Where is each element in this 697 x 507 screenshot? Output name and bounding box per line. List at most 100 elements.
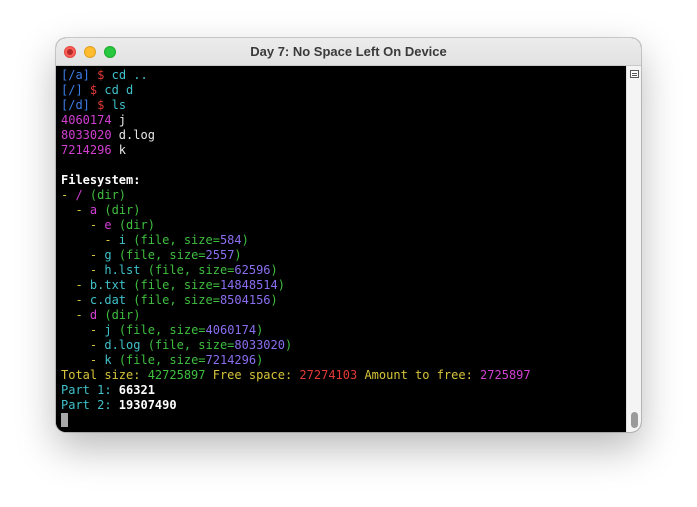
terminal-text: 8033020 (61, 128, 112, 142)
terminal-line: - b.txt (file, size=14848514) (61, 278, 626, 293)
terminal-text: ls (111, 98, 127, 112)
terminal-text: 4060174 (205, 323, 257, 337)
terminal-text: Filesystem: (61, 173, 141, 187)
terminal-text: - (61, 308, 90, 322)
terminal-text: - (61, 263, 105, 277)
terminal-text: / (75, 188, 83, 202)
terminal-text: [/a] (61, 68, 90, 82)
terminal-line: [/] $ cd d (61, 83, 626, 98)
terminal-text: $ (89, 68, 112, 82)
terminal-text: ) (241, 233, 249, 247)
terminal-text: (dir) (111, 218, 155, 232)
terminal-text: (file, size= (111, 323, 206, 337)
terminal-text: 14848514 (219, 278, 278, 292)
terminal-line: - a (dir) (61, 203, 626, 218)
terminal-text: i (118, 233, 127, 247)
terminal-text: ) (234, 248, 242, 262)
terminal-text: - (61, 218, 105, 232)
terminal-text: 62596 (234, 263, 271, 277)
terminal-line: [/a] $ cd .. (61, 68, 626, 83)
text-cursor (61, 413, 68, 427)
terminal-line: - g (file, size=2557) (61, 248, 626, 263)
terminal-text: - (61, 188, 76, 202)
terminal-text: 7214296 (205, 353, 257, 367)
terminal-text: - (61, 278, 90, 292)
terminal-text: (file, size= (126, 233, 220, 247)
terminal-text: - (61, 353, 105, 367)
terminal-text: ) (256, 353, 264, 367)
terminal-text: (dir) (97, 308, 141, 322)
terminal-text: h.lst (104, 263, 141, 277)
terminal-line: - d.log (file, size=8033020) (61, 338, 626, 353)
terminal-line: [/d] $ ls (61, 98, 626, 113)
terminal-text: (file, size= (140, 338, 235, 352)
terminal-text: Total size: (61, 368, 148, 382)
title-bar[interactable]: Day 7: No Space Left On Device (56, 38, 641, 66)
terminal-text: c.dat (89, 293, 127, 307)
terminal-text: ) (256, 323, 264, 337)
menu-icon[interactable] (630, 70, 639, 78)
terminal-text: cd d (104, 83, 134, 97)
terminal-text: 19307490 (118, 398, 177, 412)
terminal-line: - d (dir) (61, 308, 626, 323)
terminal-text: g (104, 248, 112, 262)
terminal-text: b.txt (89, 278, 127, 292)
terminal-text: 584 (219, 233, 242, 247)
terminal-text: (dir) (97, 203, 141, 217)
terminal-line: 7214296 k (61, 143, 626, 158)
terminal-text: 8504156 (219, 293, 271, 307)
terminal-text: $ (82, 83, 105, 97)
terminal-text: Part 2: (61, 398, 119, 412)
terminal-text: [/] (61, 83, 83, 97)
terminal-text: - (61, 203, 90, 217)
terminal-text: (file, size= (126, 293, 220, 307)
terminal-text: $ (89, 98, 112, 112)
terminal-line: - / (dir) (61, 188, 626, 203)
terminal-text: - (61, 293, 90, 307)
terminal-text: 7214296 (61, 143, 112, 157)
terminal-line: Part 1: 66321 (61, 383, 626, 398)
terminal-output[interactable]: [/a] $ cd .. [/] $ cd d [/d] $ ls 4060174 j… (56, 66, 626, 432)
terminal-text: Part 1: (61, 383, 119, 397)
terminal-text: (dir) (82, 188, 127, 202)
terminal-text: k (111, 143, 127, 157)
terminal-text: [/d] (61, 98, 90, 112)
terminal-text: k (104, 353, 112, 367)
window-title: Day 7: No Space Left On Device (250, 44, 447, 59)
terminal-text: ) (270, 263, 278, 277)
terminal-text: Free space: (205, 368, 300, 382)
terminal-line: - i (file, size=584) (61, 233, 626, 248)
terminal-text: e (104, 218, 112, 232)
terminal-text: ) (284, 338, 293, 352)
terminal-line: - k (file, size=7214296) (61, 353, 626, 368)
terminal-text: - (61, 323, 105, 337)
terminal-text: ) (270, 293, 278, 307)
terminal-text: (file, size= (111, 248, 206, 262)
terminal-text: d.log (111, 128, 155, 142)
terminal-text: j (111, 113, 127, 127)
vertical-scrollbar[interactable] (626, 66, 641, 432)
terminal-line: - h.lst (file, size=62596) (61, 263, 626, 278)
terminal-text: Amount to free: (357, 368, 481, 382)
terminal-line: Filesystem: (61, 173, 626, 188)
terminal-line: Part 2: 19307490 (61, 398, 626, 413)
terminal-text: 66321 (118, 383, 155, 397)
terminal-text: 42725897 (147, 368, 206, 382)
terminal-text: 27274103 (299, 368, 358, 382)
terminal-text: (file, size= (111, 353, 206, 367)
scrollbar-thumb[interactable] (631, 411, 638, 428)
terminal-text: ) (277, 278, 285, 292)
terminal-text: 8033020 (234, 338, 285, 352)
terminal-text: - (61, 248, 105, 262)
terminal-text: - (61, 233, 119, 247)
terminal-line: Total size: 42725897 Free space: 2727410… (61, 368, 626, 383)
terminal-line: - c.dat (file, size=8504156) (61, 293, 626, 308)
prompt-line (61, 413, 626, 428)
terminal-text: cd .. (111, 68, 148, 82)
terminal-text: 2725897 (480, 368, 531, 382)
terminal-text: 2557 (205, 248, 235, 262)
terminal-line: 8033020 d.log (61, 128, 626, 143)
terminal-line: 4060174 j (61, 113, 626, 128)
terminal-line: - e (dir) (61, 218, 626, 233)
